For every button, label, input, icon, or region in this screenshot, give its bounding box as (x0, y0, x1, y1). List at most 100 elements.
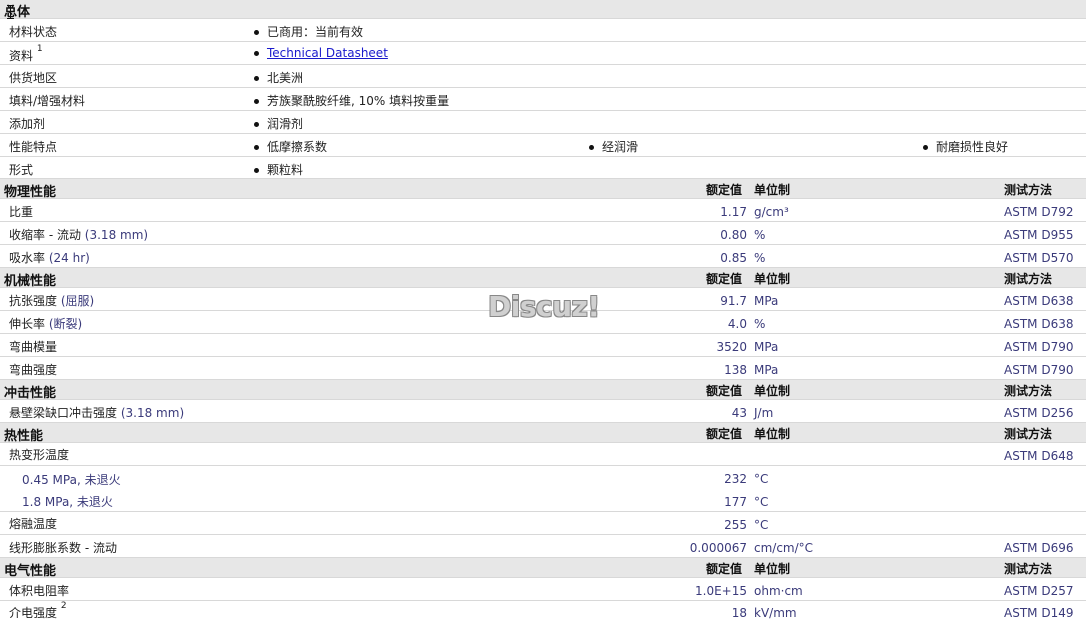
footnote-ref: 2 (60, 601, 67, 611)
unit-value: J/m (754, 406, 774, 420)
nominal-value: 1.0E+15 (695, 584, 747, 598)
unit-value: kV/mm (754, 606, 797, 620)
unit-value: °C (754, 472, 769, 486)
test-method: ASTM D790 (1004, 363, 1074, 377)
nominal-value: 177 (724, 495, 747, 509)
column-header-method: 测试方法 (1004, 183, 1053, 197)
column-header-nominal: 额定值 (706, 183, 743, 197)
column-header-method: 测试方法 (1004, 384, 1053, 398)
bullet-icon (589, 145, 594, 150)
row-label: 抗张强度 (屈服) (9, 292, 94, 309)
row-label: 弯曲强度 (9, 361, 57, 378)
label-text: 弯曲强度 (9, 363, 58, 377)
label-condition: (屈服) (60, 294, 95, 308)
section-title: 冲击性能 (4, 386, 57, 401)
table-row: 体积电阻率 1.0E+15 ohm·cm ASTM D257 (0, 578, 1086, 601)
list-item: 颗粒料 (254, 161, 303, 178)
table-row: 填料/增强材料 芳族聚酰胺纤维, 10% 填料按重量 (0, 88, 1086, 111)
row-label: 比重 (9, 203, 33, 220)
row-label: 填料/增强材料 (9, 94, 86, 108)
label-text: 悬壁梁缺口冲击强度 (9, 406, 118, 420)
test-method: ASTM D570 (1004, 251, 1074, 265)
bullet-icon (254, 99, 259, 104)
table-row: 添加剂 润滑剂 (0, 111, 1086, 134)
label-text: 比重 (9, 205, 34, 219)
bullet-icon (254, 76, 259, 81)
nominal-value: 0.80 (720, 228, 747, 242)
row-value: 低摩擦系数 (267, 140, 328, 154)
column-header-method: 测试方法 (1004, 427, 1053, 441)
table-row: 吸水率 (24 hr) 0.85 % ASTM D570 (0, 245, 1086, 268)
nominal-value: 18 (731, 606, 747, 620)
row-value: 颗粒料 (267, 163, 304, 177)
test-method: ASTM D257 (1004, 584, 1074, 598)
nominal-value: 138 (724, 363, 747, 377)
test-method: ASTM D790 (1004, 340, 1074, 354)
nominal-value: 91.7 (720, 294, 747, 308)
label-text: 资料 (9, 49, 34, 63)
unit-value: % (754, 228, 766, 242)
row-label: 性能特点 (9, 140, 58, 154)
label-text: 线形膨胀系数 - 流动 (9, 541, 117, 555)
label-text: 介电强度 (9, 606, 58, 620)
list-item: 经润滑 (589, 138, 638, 155)
row-label: 弯曲模量 (9, 338, 57, 355)
table-row: 材料状态 已商用：当前有效 (0, 19, 1086, 42)
label-condition: (断裂) (48, 317, 83, 331)
test-method: ASTM D256 (1004, 406, 1074, 420)
column-header-nominal: 额定值 (706, 272, 743, 286)
test-method: ASTM D955 (1004, 228, 1074, 242)
row-label: 形式 (9, 163, 34, 177)
test-method: ASTM D149 (1004, 606, 1074, 620)
nominal-value: 0.000067 (689, 541, 747, 555)
text-cursor-icon (7, 5, 14, 19)
technical-datasheet-link[interactable]: Technical Datasheet (267, 46, 388, 60)
unit-value: MPa (754, 294, 779, 308)
label-text: 体积电阻率 (9, 584, 70, 598)
row-label: 介电强度 2 (9, 601, 67, 621)
label-text: 伸长率 (9, 317, 46, 331)
section-header-electrical: 电气性能 额定值 单位制 测试方法 (0, 558, 1086, 579)
list-item: 芳族聚酰胺纤维, 10% 填料按重量 (254, 92, 449, 109)
label-text: 熔融温度 (9, 517, 58, 531)
table-row: 供货地区 北美洲 (0, 65, 1086, 88)
bullet-icon (254, 145, 259, 150)
unit-value: MPa (754, 363, 779, 377)
table-row: 形式 颗粒料 (0, 157, 1086, 179)
bullet-icon (254, 168, 259, 173)
table-row: 介电强度 2 18 kV/mm ASTM D149 (0, 601, 1086, 620)
row-label: 体积电阻率 (9, 582, 69, 599)
row-label: 供货地区 (9, 71, 58, 85)
bullet-icon (254, 51, 259, 56)
list-item: 北美洲 (254, 69, 303, 86)
table-row: 比重 1.17 g/cm³ ASTM D792 (0, 199, 1086, 222)
discuz-watermark: Discuz! (488, 290, 600, 323)
list-item: 耐磨损性良好 (923, 138, 1008, 155)
section-title: 物理性能 (4, 185, 57, 200)
label-text: 弯曲模量 (9, 340, 58, 354)
row-label: 伸长率 (断裂) (9, 315, 82, 332)
table-row: 弯曲强度 138 MPa ASTM D790 (0, 357, 1086, 380)
label-condition: (3.18 mm) (120, 406, 185, 420)
row-label: 悬壁梁缺口冲击强度 (3.18 mm) (9, 404, 184, 421)
section-header-general: 总体 (0, 0, 1086, 20)
unit-value: °C (754, 495, 769, 509)
label-text: 抗张强度 (9, 294, 58, 308)
row-label: 吸水率 (24 hr) (9, 249, 90, 266)
unit-value: g/cm³ (754, 205, 789, 219)
section-title: 机械性能 (4, 274, 57, 289)
table-row: 0.45 MPa, 未退火 232 °C (0, 466, 1086, 489)
column-header-nominal: 额定值 (706, 427, 743, 441)
table-row: 热变形温度 ASTM D648 (0, 443, 1086, 466)
nominal-value: 4.0 (727, 317, 747, 331)
bullet-icon (923, 145, 928, 150)
row-label: 收缩率 - 流动 (3.18 mm) (9, 226, 148, 243)
row-value: 北美洲 (267, 71, 304, 85)
test-method: ASTM D792 (1004, 205, 1074, 219)
table-row: 悬壁梁缺口冲击强度 (3.18 mm) 43 J/m ASTM D256 (0, 400, 1086, 423)
column-header-unit: 单位制 (754, 272, 791, 286)
nominal-value: 1.17 (720, 205, 747, 219)
label-text: 吸水率 (9, 251, 46, 265)
label-text: 热变形温度 (9, 448, 70, 462)
list-item: 低摩擦系数 (254, 138, 327, 155)
